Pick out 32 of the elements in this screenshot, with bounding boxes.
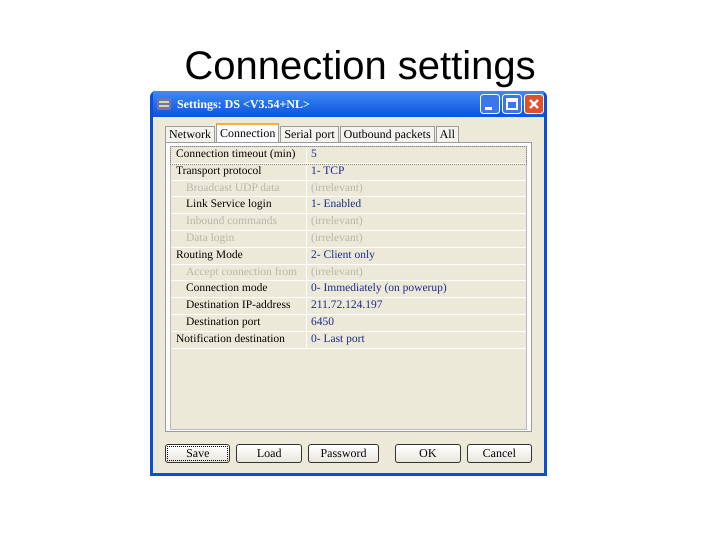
tab[interactable]: Connection bbox=[216, 123, 280, 142]
setting-value[interactable]: 1- TCP bbox=[307, 164, 344, 180]
tab[interactable]: Outbound packets bbox=[340, 126, 435, 142]
setting-label[interactable]: Destination port bbox=[171, 314, 307, 331]
setting-value[interactable]: 2- Client only bbox=[307, 248, 375, 264]
window-title: Settings: DS <V3.54+NL> bbox=[177, 96, 310, 112]
setting-label[interactable]: Notification destination bbox=[171, 332, 307, 348]
setting-label[interactable]: Connection mode bbox=[171, 281, 307, 298]
setting-label[interactable]: Routing Mode bbox=[171, 248, 307, 264]
dialog-button[interactable]: Password bbox=[308, 444, 380, 463]
close-icon[interactable] bbox=[524, 94, 544, 114]
tab[interactable]: All bbox=[436, 126, 459, 142]
maximize-icon[interactable] bbox=[502, 94, 522, 114]
setting-value[interactable]: 1- Enabled bbox=[307, 197, 362, 214]
app-icon bbox=[156, 97, 172, 111]
setting-value[interactable]: 0- Last port bbox=[307, 332, 365, 348]
setting-value[interactable]: 0- Immediately (on powerup) bbox=[307, 281, 447, 298]
setting-label[interactable]: Link Service login bbox=[171, 197, 307, 214]
dialog-button[interactable]: Cancel bbox=[466, 444, 532, 463]
dialog-button[interactable]: OK bbox=[395, 444, 461, 463]
slide-title: Connection settings bbox=[183, 43, 537, 90]
tab[interactable]: Network bbox=[165, 126, 215, 142]
setting-label[interactable]: Destination IP-address bbox=[171, 298, 307, 314]
dialog-button[interactable]: Save bbox=[165, 444, 230, 463]
minimize-icon[interactable] bbox=[480, 94, 500, 114]
setting-label[interactable]: Transport protocol bbox=[171, 164, 307, 180]
tab[interactable]: Serial port bbox=[280, 126, 339, 142]
setting-value[interactable]: 211.72.124.197 bbox=[307, 298, 382, 314]
setting-value[interactable]: 5 bbox=[307, 147, 317, 163]
setting-value[interactable]: 6450 bbox=[307, 314, 334, 331]
dialog-button[interactable]: Load bbox=[236, 444, 302, 463]
setting-label[interactable]: Connection timeout (min) bbox=[171, 147, 307, 163]
